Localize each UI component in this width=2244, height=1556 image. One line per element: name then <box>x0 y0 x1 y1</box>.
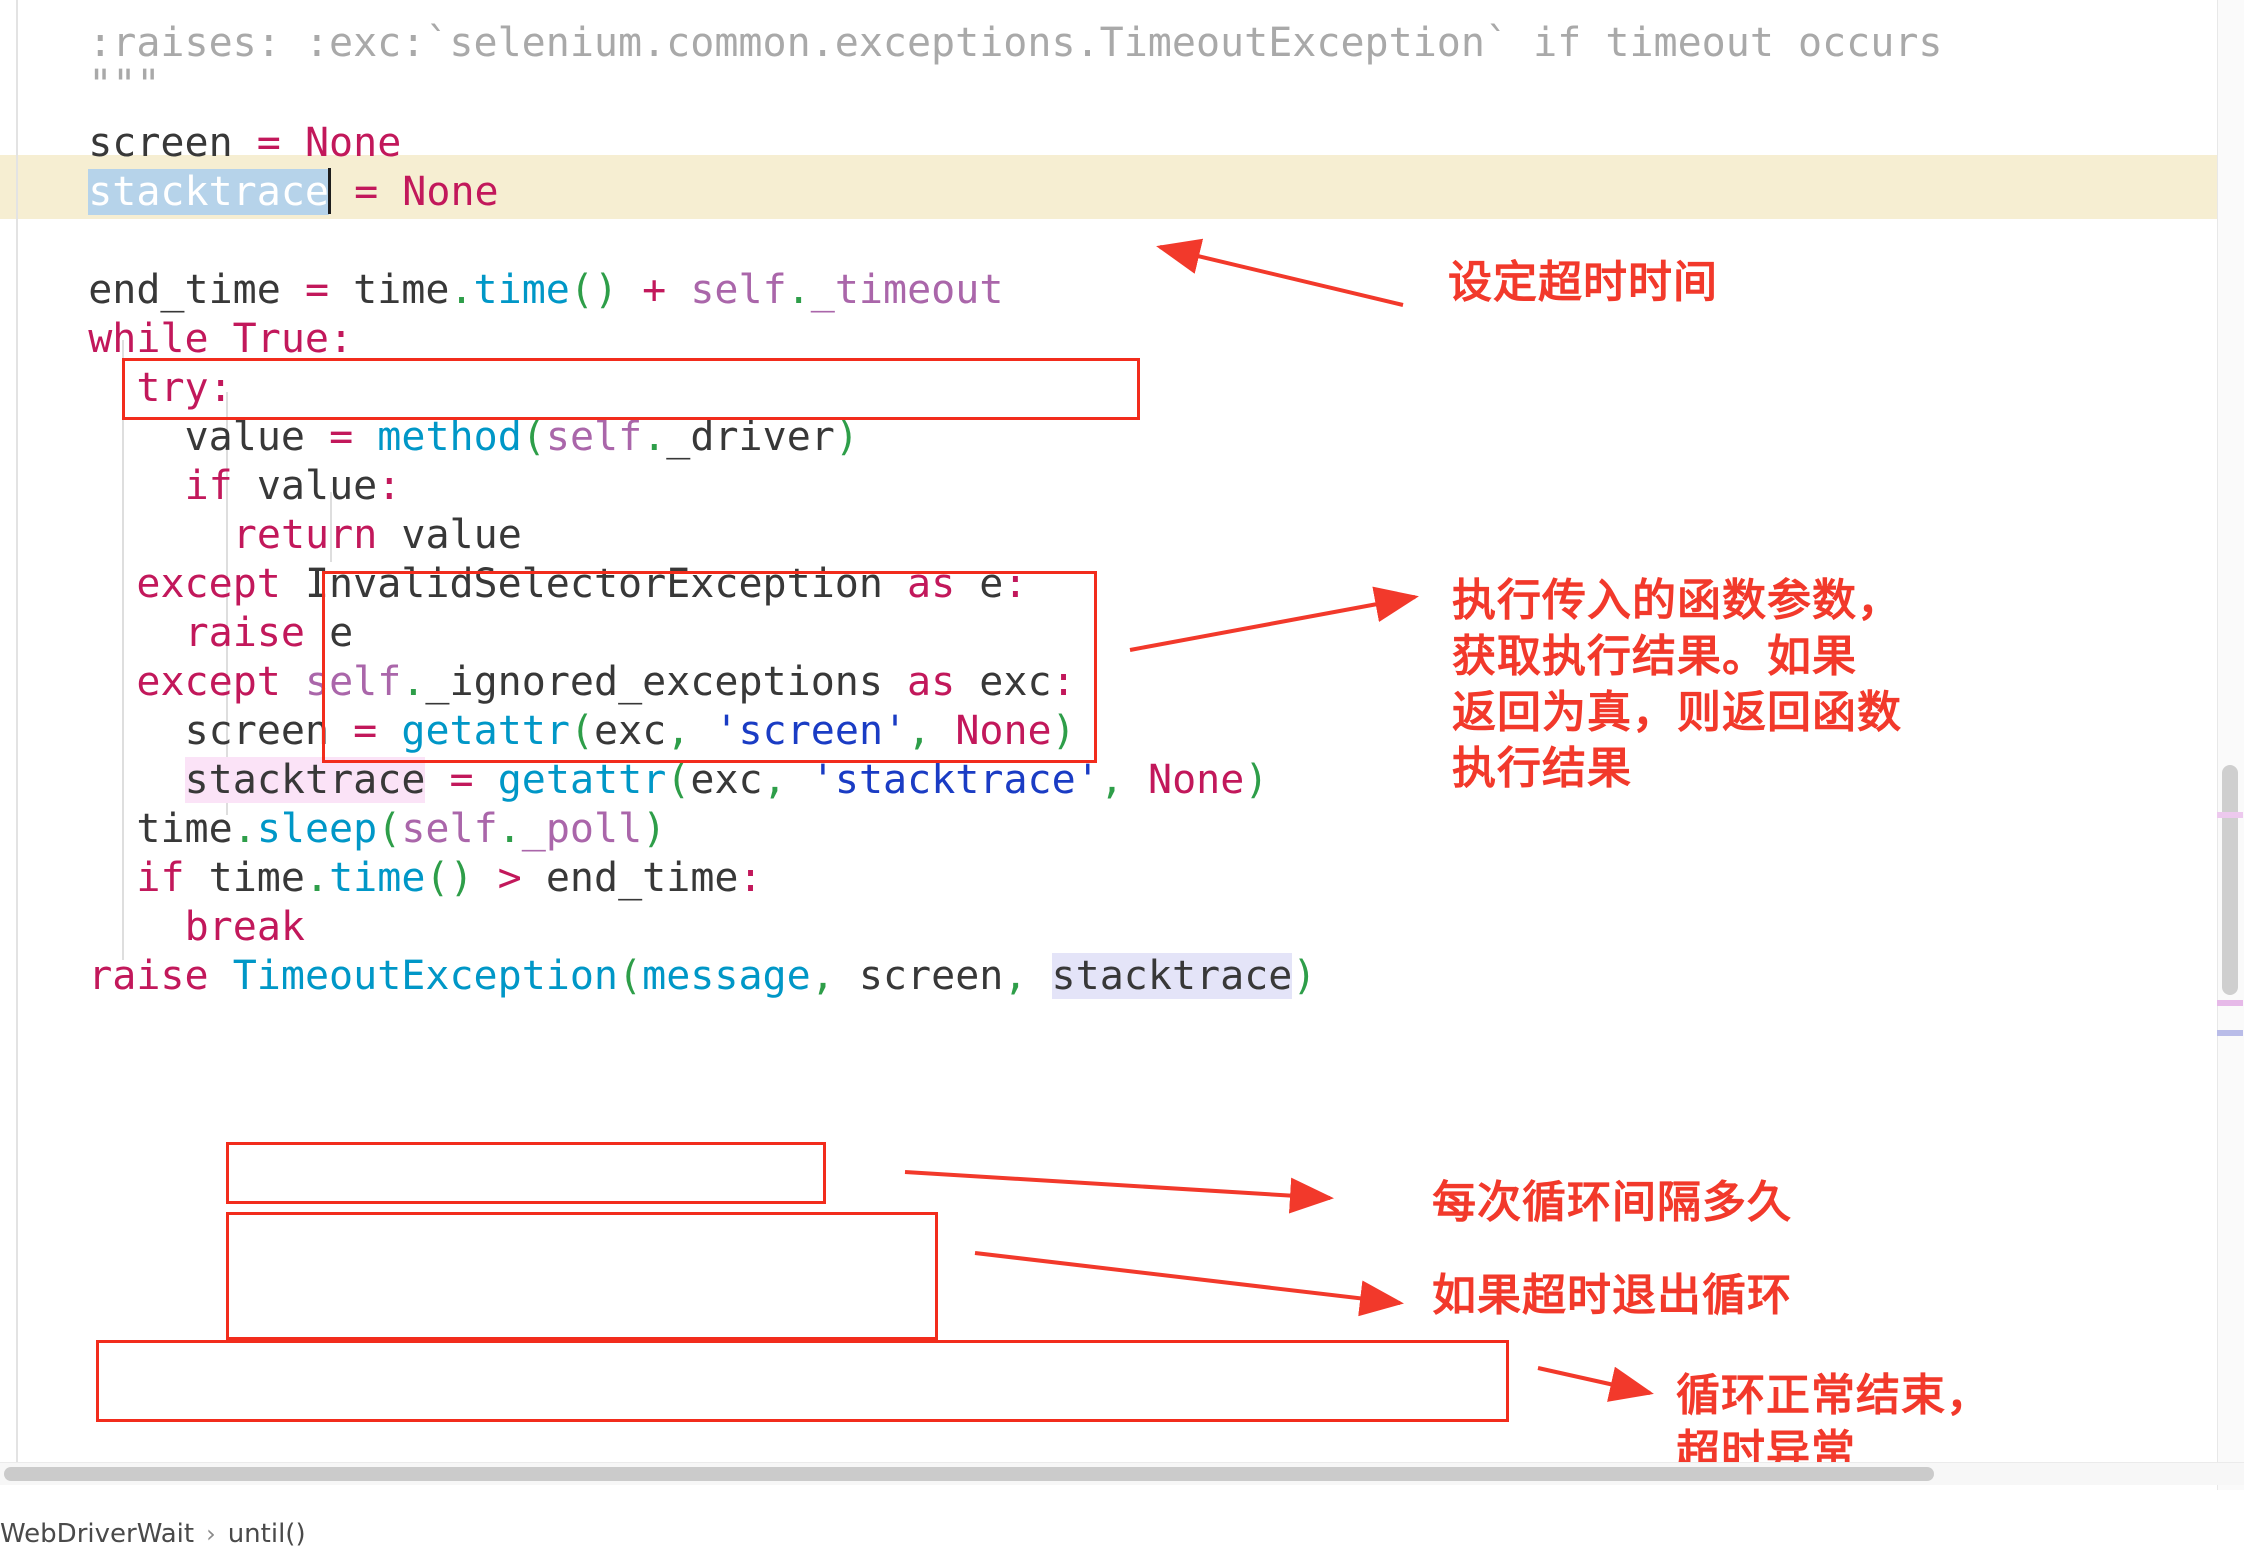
code-line[interactable]: """ <box>88 52 160 118</box>
code-token: self <box>690 267 787 313</box>
scrollbar-occurrence-mark <box>2217 1000 2243 1006</box>
code-token: . <box>642 414 667 460</box>
code-token: if <box>184 463 233 509</box>
code-token: ( <box>618 953 643 999</box>
code-token: , <box>1099 757 1124 803</box>
arrow-run-method <box>1129 586 1419 652</box>
code-token: : <box>1003 561 1028 607</box>
code-token: _timeout <box>810 267 1004 313</box>
code-token: stacktrace <box>88 169 330 215</box>
code-token: message <box>642 953 811 999</box>
annotation-poll-interval: 每次循环间隔多久 <box>1432 1177 1792 1228</box>
code-token: + <box>642 267 667 313</box>
code-token: raise <box>88 953 209 999</box>
code-token: , <box>810 953 835 999</box>
breadcrumb[interactable]: WebDriverWait › until() <box>0 1512 2244 1556</box>
vertical-scrollbar-thumb[interactable] <box>2222 765 2238 995</box>
annotation-box-box-sleep <box>226 1142 826 1204</box>
code-token: _driver <box>666 414 835 460</box>
code-token: 'stacktrace' <box>810 757 1100 803</box>
scrollbar-occurrence-mark <box>2217 1030 2243 1036</box>
code-token: ) <box>1244 757 1269 803</box>
editor-surface[interactable]: :raises: :exc:`selenium.common.exception… <box>0 0 2244 1490</box>
code-token: > <box>497 855 522 901</box>
code-token: : <box>329 316 354 362</box>
code-token: , <box>1003 953 1028 999</box>
arrow-set-timeout <box>1156 238 1404 307</box>
code-token: screen <box>834 953 1004 999</box>
code-line[interactable]: stacktrace = None <box>88 159 499 225</box>
code-token: ) <box>834 414 859 460</box>
annotation-box-box-raise <box>96 1340 1509 1422</box>
code-line[interactable]: raise TimeoutException(message, screen, … <box>88 943 1316 1009</box>
code-token: end_time <box>521 855 739 901</box>
gutter-separator <box>16 0 18 1474</box>
code-token: if <box>136 855 185 901</box>
vertical-scrollbar-track[interactable] <box>2217 0 2244 1490</box>
code-token: ) <box>1292 953 1317 999</box>
indent-guide-level-1 <box>122 340 124 960</box>
code-token: . <box>786 267 811 313</box>
horizontal-scrollbar-track[interactable] <box>0 1462 2244 1485</box>
code-token: . <box>449 267 474 313</box>
code-token: self <box>545 414 643 460</box>
arrow-poll-interval <box>904 1170 1334 1214</box>
annotation-box-box-if-break <box>226 1212 938 1340</box>
code-token: () <box>569 267 619 313</box>
annotation-timeout-break: 如果超时退出循环 <box>1432 1270 1792 1321</box>
code-token: ( <box>666 757 691 803</box>
annotation-run-method: 执行传入的函数参数， 获取执行结果。如果 返回为真，则返回函数 执行结果 <box>1452 575 1902 794</box>
code-token: None <box>402 169 499 215</box>
code-token: , <box>762 757 787 803</box>
breadcrumb-item-class[interactable]: WebDriverWait <box>0 1519 194 1549</box>
code-token: () <box>425 855 474 901</box>
arrow-loop-end-raise <box>1537 1366 1654 1402</box>
breadcrumb-item-method[interactable]: until() <box>228 1519 306 1549</box>
code-token: = <box>354 169 379 215</box>
code-token: exc <box>690 757 763 803</box>
code-token: time <box>473 267 570 313</box>
code-token: . <box>304 855 330 901</box>
code-token: e <box>955 561 1004 607</box>
code-token: as <box>907 561 956 607</box>
horizontal-scrollbar-thumb[interactable] <box>4 1467 1934 1481</box>
code-token: stacktrace <box>1051 953 1293 999</box>
code-line[interactable]: :raises: :exc:`selenium.common.exception… <box>88 10 1942 76</box>
code-token: TimeoutException <box>232 953 619 999</box>
code-token: None <box>1147 757 1245 803</box>
annotation-set-timeout: 设定超时时间 <box>1448 257 1718 308</box>
breadcrumb-separator: › <box>206 1520 216 1548</box>
code-token: ( <box>521 414 546 460</box>
code-token: """ <box>88 62 161 108</box>
code-token: InvalidSelectorException <box>280 561 908 607</box>
code-token: time <box>329 855 426 901</box>
scrollbar-occurrence-mark <box>2217 812 2243 818</box>
arrow-timeout-break <box>974 1251 1404 1317</box>
code-editor-screenshot: :raises: :exc:`selenium.common.exception… <box>0 0 2244 1556</box>
code-token: : <box>738 855 763 901</box>
code-token: :raises: :exc:`selenium.common.exception… <box>88 20 1943 66</box>
